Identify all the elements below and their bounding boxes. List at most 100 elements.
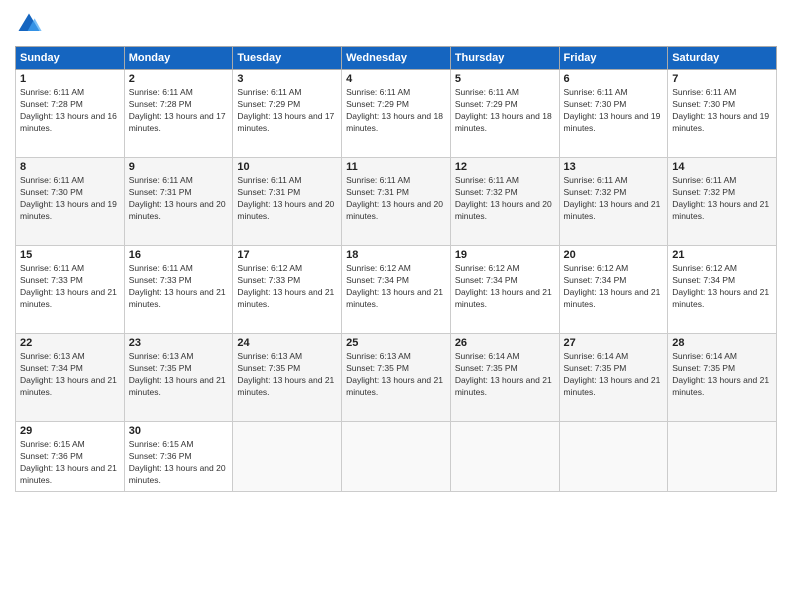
sunrise-label: Sunrise: 6:11 AM [20, 263, 84, 273]
sunrise-label: Sunrise: 6:11 AM [237, 87, 301, 97]
day-info: Sunrise: 6:11 AM Sunset: 7:31 PM Dayligh… [237, 175, 337, 223]
daylight-label: Daylight: 13 hours and 21 minutes. [672, 199, 769, 221]
sunset-label: Sunset: 7:34 PM [20, 363, 83, 373]
sunset-label: Sunset: 7:35 PM [237, 363, 300, 373]
day-number: 9 [129, 161, 229, 173]
daylight-label: Daylight: 13 hours and 17 minutes. [129, 111, 226, 133]
col-saturday: Saturday [668, 47, 777, 70]
page: Sunday Monday Tuesday Wednesday Thursday… [0, 0, 792, 612]
sunset-label: Sunset: 7:33 PM [237, 275, 300, 285]
day-info: Sunrise: 6:12 AM Sunset: 7:34 PM Dayligh… [455, 263, 555, 311]
calendar-cell [342, 422, 451, 492]
sunset-label: Sunset: 7:29 PM [346, 99, 409, 109]
daylight-label: Daylight: 13 hours and 21 minutes. [129, 375, 226, 397]
sunset-label: Sunset: 7:33 PM [129, 275, 192, 285]
sunrise-label: Sunrise: 6:12 AM [455, 263, 520, 273]
day-info: Sunrise: 6:11 AM Sunset: 7:29 PM Dayligh… [237, 87, 337, 135]
calendar-cell: 3 Sunrise: 6:11 AM Sunset: 7:29 PM Dayli… [233, 70, 342, 158]
day-number: 18 [346, 249, 446, 261]
calendar-cell: 17 Sunrise: 6:12 AM Sunset: 7:33 PM Dayl… [233, 246, 342, 334]
daylight-label: Daylight: 13 hours and 18 minutes. [346, 111, 443, 133]
day-number: 12 [455, 161, 555, 173]
calendar-cell: 20 Sunrise: 6:12 AM Sunset: 7:34 PM Dayl… [559, 246, 668, 334]
calendar-cell: 10 Sunrise: 6:11 AM Sunset: 7:31 PM Dayl… [233, 158, 342, 246]
day-number: 10 [237, 161, 337, 173]
day-number: 14 [672, 161, 772, 173]
logo [15, 10, 45, 38]
day-info: Sunrise: 6:11 AM Sunset: 7:30 PM Dayligh… [672, 87, 772, 135]
calendar-cell: 29 Sunrise: 6:15 AM Sunset: 7:36 PM Dayl… [16, 422, 125, 492]
day-info: Sunrise: 6:14 AM Sunset: 7:35 PM Dayligh… [564, 351, 664, 399]
sunrise-label: Sunrise: 6:15 AM [20, 439, 85, 449]
day-number: 16 [129, 249, 229, 261]
sunset-label: Sunset: 7:33 PM [20, 275, 83, 285]
header [15, 10, 777, 38]
daylight-label: Daylight: 13 hours and 21 minutes. [564, 287, 661, 309]
sunrise-label: Sunrise: 6:14 AM [672, 351, 737, 361]
day-info: Sunrise: 6:11 AM Sunset: 7:32 PM Dayligh… [455, 175, 555, 223]
sunrise-label: Sunrise: 6:11 AM [129, 87, 193, 97]
calendar-cell: 6 Sunrise: 6:11 AM Sunset: 7:30 PM Dayli… [559, 70, 668, 158]
sunrise-label: Sunrise: 6:11 AM [455, 87, 519, 97]
sunset-label: Sunset: 7:35 PM [346, 363, 409, 373]
calendar-cell: 28 Sunrise: 6:14 AM Sunset: 7:35 PM Dayl… [668, 334, 777, 422]
calendar-week-row: 1 Sunrise: 6:11 AM Sunset: 7:28 PM Dayli… [16, 70, 777, 158]
daylight-label: Daylight: 13 hours and 21 minutes. [455, 375, 552, 397]
daylight-label: Daylight: 13 hours and 21 minutes. [346, 375, 443, 397]
sunrise-label: Sunrise: 6:13 AM [237, 351, 302, 361]
sunset-label: Sunset: 7:35 PM [455, 363, 518, 373]
calendar-cell: 23 Sunrise: 6:13 AM Sunset: 7:35 PM Dayl… [124, 334, 233, 422]
sunset-label: Sunset: 7:35 PM [672, 363, 735, 373]
sunset-label: Sunset: 7:31 PM [237, 187, 300, 197]
calendar-cell: 12 Sunrise: 6:11 AM Sunset: 7:32 PM Dayl… [450, 158, 559, 246]
daylight-label: Daylight: 13 hours and 17 minutes. [237, 111, 334, 133]
day-number: 24 [237, 337, 337, 349]
sunrise-label: Sunrise: 6:11 AM [672, 175, 736, 185]
day-number: 17 [237, 249, 337, 261]
day-number: 5 [455, 73, 555, 85]
sunrise-label: Sunrise: 6:11 AM [455, 175, 519, 185]
sunset-label: Sunset: 7:31 PM [129, 187, 192, 197]
daylight-label: Daylight: 13 hours and 19 minutes. [20, 199, 117, 221]
sunrise-label: Sunrise: 6:11 AM [20, 87, 84, 97]
day-number: 22 [20, 337, 120, 349]
sunset-label: Sunset: 7:36 PM [20, 451, 83, 461]
day-info: Sunrise: 6:11 AM Sunset: 7:29 PM Dayligh… [455, 87, 555, 135]
daylight-label: Daylight: 13 hours and 21 minutes. [455, 287, 552, 309]
sunrise-label: Sunrise: 6:11 AM [564, 175, 628, 185]
sunset-label: Sunset: 7:34 PM [346, 275, 409, 285]
calendar-cell: 8 Sunrise: 6:11 AM Sunset: 7:30 PM Dayli… [16, 158, 125, 246]
daylight-label: Daylight: 13 hours and 21 minutes. [672, 375, 769, 397]
calendar-cell: 9 Sunrise: 6:11 AM Sunset: 7:31 PM Dayli… [124, 158, 233, 246]
sunset-label: Sunset: 7:29 PM [455, 99, 518, 109]
daylight-label: Daylight: 13 hours and 21 minutes. [672, 287, 769, 309]
daylight-label: Daylight: 13 hours and 19 minutes. [672, 111, 769, 133]
calendar-cell: 30 Sunrise: 6:15 AM Sunset: 7:36 PM Dayl… [124, 422, 233, 492]
calendar-cell: 18 Sunrise: 6:12 AM Sunset: 7:34 PM Dayl… [342, 246, 451, 334]
col-wednesday: Wednesday [342, 47, 451, 70]
col-sunday: Sunday [16, 47, 125, 70]
daylight-label: Daylight: 13 hours and 20 minutes. [346, 199, 443, 221]
sunrise-label: Sunrise: 6:14 AM [564, 351, 629, 361]
day-number: 7 [672, 73, 772, 85]
daylight-label: Daylight: 13 hours and 21 minutes. [237, 375, 334, 397]
daylight-label: Daylight: 13 hours and 21 minutes. [129, 287, 226, 309]
calendar-cell: 7 Sunrise: 6:11 AM Sunset: 7:30 PM Dayli… [668, 70, 777, 158]
sunrise-label: Sunrise: 6:13 AM [129, 351, 194, 361]
day-number: 19 [455, 249, 555, 261]
daylight-label: Daylight: 13 hours and 21 minutes. [20, 287, 117, 309]
day-info: Sunrise: 6:11 AM Sunset: 7:31 PM Dayligh… [129, 175, 229, 223]
daylight-label: Daylight: 13 hours and 21 minutes. [564, 375, 661, 397]
day-number: 23 [129, 337, 229, 349]
day-number: 15 [20, 249, 120, 261]
day-info: Sunrise: 6:11 AM Sunset: 7:32 PM Dayligh… [672, 175, 772, 223]
daylight-label: Daylight: 13 hours and 21 minutes. [346, 287, 443, 309]
calendar-cell: 5 Sunrise: 6:11 AM Sunset: 7:29 PM Dayli… [450, 70, 559, 158]
sunrise-label: Sunrise: 6:11 AM [346, 175, 410, 185]
day-number: 20 [564, 249, 664, 261]
logo-icon [15, 10, 43, 38]
calendar-cell: 27 Sunrise: 6:14 AM Sunset: 7:35 PM Dayl… [559, 334, 668, 422]
day-number: 8 [20, 161, 120, 173]
day-number: 27 [564, 337, 664, 349]
sunrise-label: Sunrise: 6:14 AM [455, 351, 520, 361]
